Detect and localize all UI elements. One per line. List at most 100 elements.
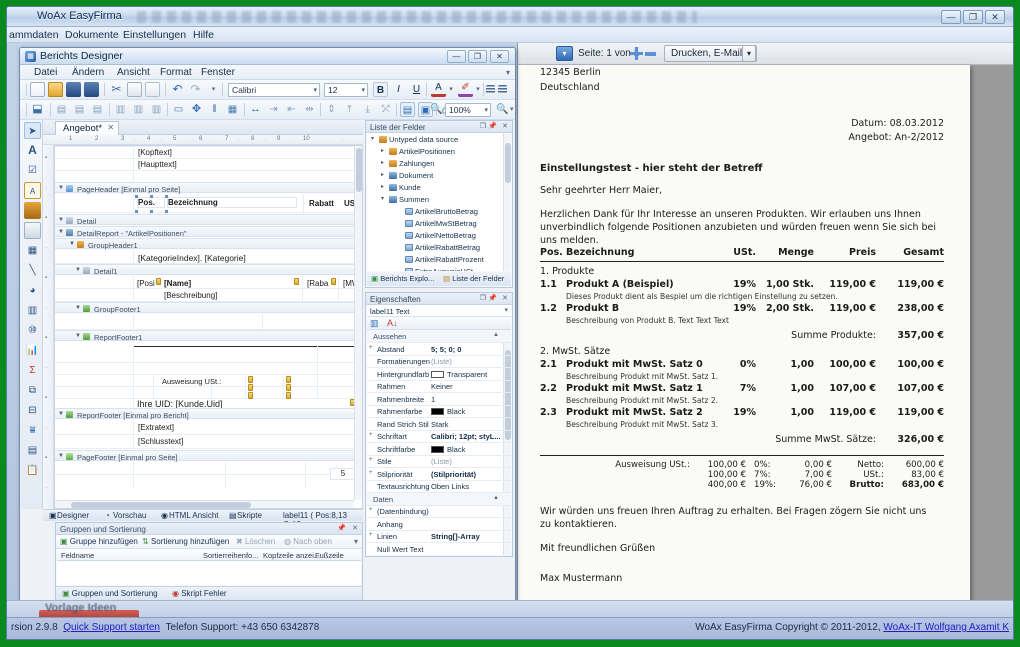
menu-overflow-chevron-icon[interactable]: ▾ — [506, 68, 510, 77]
tab-berichts-explorer[interactable]: ▣ Berichts Explo... — [371, 274, 434, 283]
expand-icon[interactable]: + — [369, 507, 373, 513]
property-row-hintergrundfarb[interactable]: HintergrundfarbTransparent — [367, 368, 511, 381]
font-color-icon[interactable]: A — [431, 82, 446, 97]
canvas-horizontal-scrollbar[interactable] — [55, 500, 354, 508]
font-color-dropdown-icon[interactable]: ▾ — [447, 82, 455, 97]
same-width-icon[interactable]: ▭ — [171, 102, 186, 117]
pin-icon[interactable]: 📌 — [337, 524, 346, 532]
design-group-header-field[interactable]: [KategorieIndex]. [Kategorie] — [137, 252, 247, 264]
property-row-linien[interactable]: +LinienString[]-Array — [367, 530, 511, 543]
app-menu-dokumente[interactable]: Dokumente — [65, 29, 119, 41]
barcode-tool-icon[interactable]: ▥ — [24, 302, 41, 319]
cross-band-line-tool-icon[interactable]: ⩸ — [24, 422, 41, 439]
new-document-icon[interactable] — [30, 82, 45, 97]
zoom-out-icon[interactable]: 🔍 — [430, 104, 442, 115]
band-detail[interactable]: ▼ Detail — [55, 214, 362, 225]
zoom-dropdown-icon[interactable]: ▾ — [510, 105, 514, 113]
pointer-tool-icon[interactable]: ➤ — [24, 122, 41, 139]
expand-icon[interactable]: + — [369, 532, 373, 538]
zoom-select[interactable]: 100% ▾ — [445, 103, 491, 117]
redo-icon[interactable]: ↷ — [188, 82, 203, 97]
clipboard-tool-icon[interactable]: 📋 — [24, 462, 41, 479]
designer-menu-datei[interactable]: Datei — [34, 67, 57, 78]
property-row-aussehen[interactable]: Aussehen▲ — [367, 330, 511, 343]
align-bottom-icon[interactable]: ▥ — [149, 102, 164, 117]
open-folder-icon[interactable] — [48, 82, 63, 97]
property-row-rahmenfarbe[interactable]: RahmenfarbeBlack — [367, 405, 511, 418]
band-detailreport[interactable]: ▼ DetailReport - "ArtikelPositionen" — [55, 226, 362, 237]
property-row-rahmen[interactable]: RahmenKeiner — [367, 380, 511, 393]
collapse-category-icon[interactable]: ▲ — [493, 332, 499, 338]
table-tool-icon[interactable]: ▦ — [24, 242, 41, 259]
close-icon[interactable]: ✕ — [502, 122, 508, 130]
bold-button[interactable]: B — [373, 82, 388, 97]
highlight-dropdown-icon[interactable]: ▾ — [474, 82, 482, 97]
expand-icon[interactable]: ▾ — [381, 195, 384, 202]
zipcode-tool-icon[interactable]: ⑩ — [24, 322, 41, 339]
picture-tool-icon[interactable] — [24, 202, 41, 219]
spacing-decrease-icon[interactable]: ⇤ — [284, 102, 299, 117]
property-row-null-wert-text[interactable]: Null Wert Text — [367, 543, 511, 556]
close-icon[interactable]: ✕ — [502, 294, 508, 302]
property-row-daten[interactable]: Daten▲ — [367, 493, 511, 506]
maximize-icon[interactable]: ❐ — [480, 294, 486, 302]
designer-minimize-button[interactable]: — — [447, 50, 466, 63]
move-up-button[interactable]: ◍ Nach oben — [284, 537, 332, 546]
spacing-increase-icon[interactable]: ⇥ — [266, 102, 281, 117]
tab-liste-der-felder[interactable]: ▤ Liste der Felder — [443, 274, 504, 283]
design-detail-name[interactable]: [Name] — [163, 278, 192, 289]
pin-icon[interactable]: 📌 — [488, 294, 497, 302]
align-objects-center-icon[interactable]: ▤ — [72, 102, 87, 117]
design-header-bezeichnung[interactable]: Bezeichnung — [167, 197, 297, 208]
vertical-spacing-decrease-icon[interactable]: ⤓ — [360, 102, 375, 117]
center-horizontally-icon[interactable]: ✥ — [189, 102, 204, 117]
property-row-stile[interactable]: +Stile(Liste) — [367, 455, 511, 468]
canvas-control-haupttext[interactable]: [Haupttext] — [137, 159, 178, 170]
property-row-textausrichtung[interactable]: TextausrichtungOben Links — [367, 480, 511, 493]
app-close-button[interactable]: ✕ — [985, 10, 1005, 24]
undo-icon[interactable]: ↶ — [170, 82, 185, 97]
fields-tree-scrollbar[interactable] — [503, 133, 511, 271]
expand-icon[interactable]: + — [369, 470, 373, 476]
rich-text-tool-icon[interactable]: A — [24, 182, 41, 199]
collapse-triangle-icon[interactable]: ▼ — [58, 217, 64, 223]
designer-close-button[interactable]: ✕ — [490, 50, 509, 63]
vertical-spacing-remove-icon[interactable]: ⤱ — [378, 102, 393, 117]
app-menu-einstellungen[interactable]: Einstellungen — [123, 29, 186, 41]
zoom-in-icon[interactable]: 🔍 — [496, 104, 508, 115]
design-header-pos[interactable]: Pos. — [137, 197, 165, 208]
design-pagefooter-control[interactable]: 5 — [330, 468, 356, 480]
add-sorting-button[interactable]: ⇅ Sortierung hinzufügen — [142, 537, 229, 546]
add-group-button[interactable]: ▣ Gruppe hinzufügen — [60, 537, 138, 546]
chart-tool-icon[interactable]: 📊 — [24, 342, 41, 359]
cut-icon[interactable]: ✂ — [109, 82, 124, 97]
expand-icon[interactable]: ▸ — [381, 183, 384, 190]
collapse-category-icon[interactable]: ▲ — [493, 495, 499, 501]
collapse-triangle-icon[interactable]: ▼ — [58, 229, 64, 235]
property-row--datenbindung-[interactable]: +(Datenbindung) — [367, 505, 511, 518]
band-reportfooter1[interactable]: ▼ ReportFooter1 — [55, 330, 362, 341]
design-report-footer-schlusstext[interactable]: [Schlusstext] — [137, 436, 184, 447]
collapse-triangle-icon[interactable]: ▼ — [75, 267, 81, 273]
properties-grid[interactable]: Aussehen▲+Abstand5; 5; 0; 0Formatierunge… — [367, 330, 511, 555]
designer-menu-format[interactable]: Format — [160, 67, 192, 78]
distribute-horizontally-icon[interactable]: ↔ — [248, 102, 263, 117]
align-objects-right-icon[interactable]: ▤ — [90, 102, 105, 117]
groups-toolbar-overflow-icon[interactable]: ▾ — [354, 537, 358, 546]
app-menu-stammdaten[interactable]: ammdaten — [9, 29, 59, 41]
tab-skript-fehler[interactable]: ◉ Skript Fehler — [172, 589, 227, 598]
property-row-abstand[interactable]: +Abstand5; 5; 0; 0 — [367, 343, 511, 356]
collapse-triangle-icon[interactable]: ▼ — [75, 305, 81, 311]
font-size-select[interactable]: 12 ▾ — [324, 83, 368, 97]
tab-gruppen-und-sortierung[interactable]: ▣ Gruppen und Sortierung — [62, 589, 158, 598]
vertical-spacing-increase-icon[interactable]: ⤒ — [342, 102, 357, 117]
vertical-spacing-equal-icon[interactable]: ⇕ — [324, 102, 339, 117]
design-detail-beschreibung[interactable]: [Beschreibung] — [163, 290, 218, 301]
designer-menu-fenster[interactable]: Fenster — [201, 67, 235, 78]
save-all-icon[interactable] — [84, 82, 99, 97]
tab-html-ansicht[interactable]: ◉HTML Ansicht — [161, 511, 219, 520]
collapse-triangle-icon[interactable]: ▼ — [58, 411, 64, 417]
page-break-tool-icon[interactable]: ⊟ — [24, 402, 41, 419]
collapse-triangle-icon[interactable]: ▼ — [58, 453, 64, 459]
design-footer-ausweisung-ust[interactable]: Ausweisung USt.: — [161, 376, 222, 387]
